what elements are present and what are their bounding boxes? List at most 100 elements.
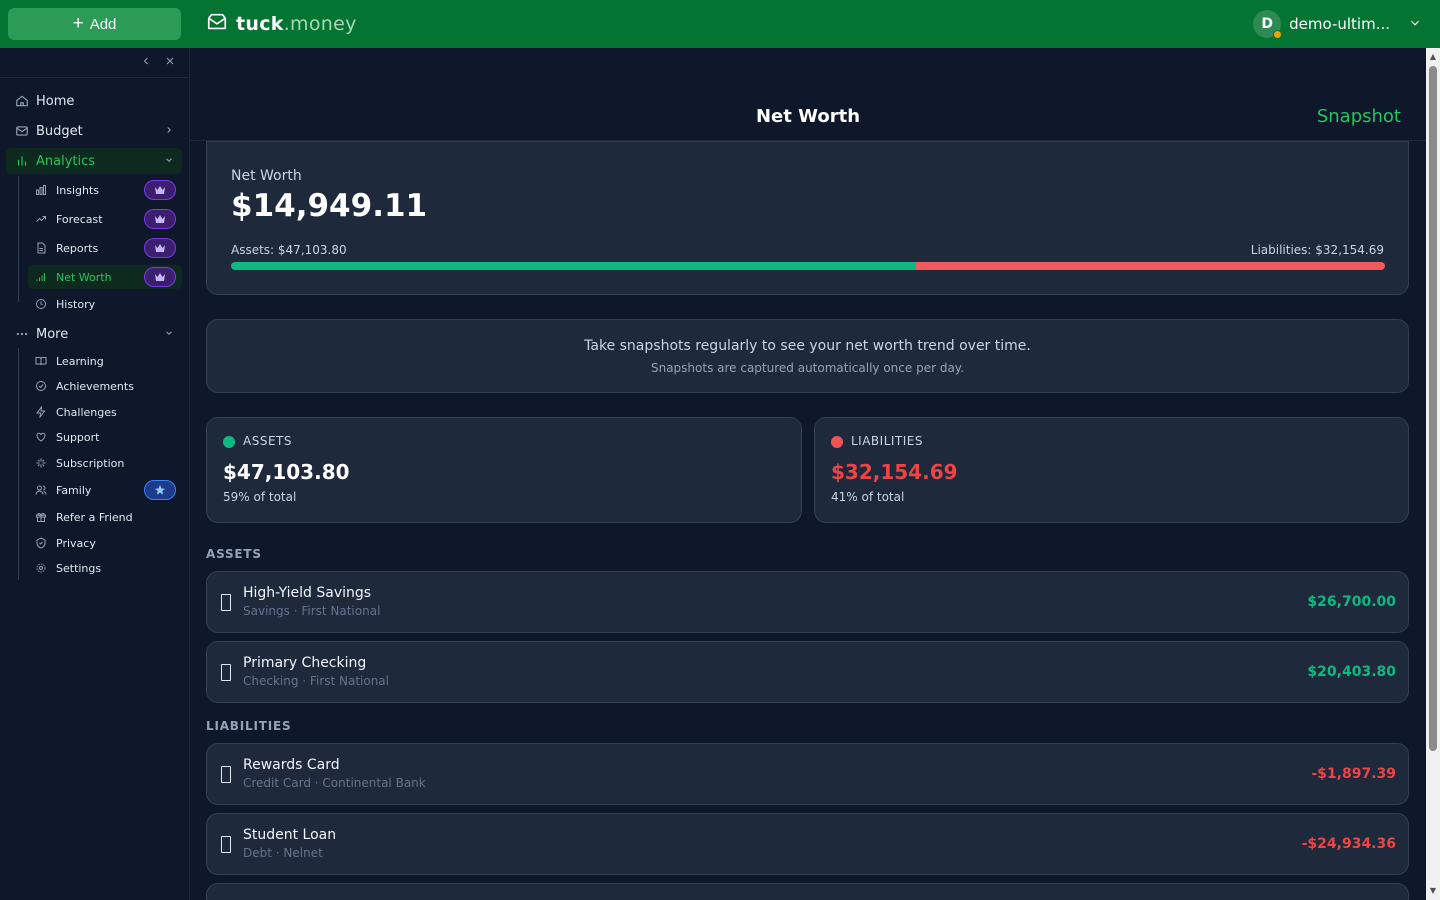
sidebar-item-privacy[interactable]: Privacy bbox=[28, 531, 182, 555]
status-dot bbox=[1273, 30, 1283, 39]
account-icon bbox=[221, 766, 231, 783]
sidebar-controls bbox=[0, 48, 189, 78]
sidebar-item-learning[interactable]: Learning bbox=[28, 349, 182, 373]
account-icon bbox=[221, 664, 231, 681]
account-balance: -$24,934.36 bbox=[1301, 836, 1396, 852]
account-row[interactable]: Primary Checking Checking · First Nation… bbox=[206, 641, 1409, 703]
assets-summary-value: $47,103.80 bbox=[223, 460, 350, 484]
assets-summary-title: ASSETS bbox=[243, 434, 292, 448]
sidebar-item-budget[interactable]: Budget bbox=[6, 118, 182, 144]
sidebar-item-history[interactable]: History bbox=[28, 292, 182, 316]
crown-icon bbox=[144, 180, 176, 200]
sidebar-item-achievements[interactable]: Achievements bbox=[28, 374, 182, 398]
chevron-down-icon bbox=[164, 328, 174, 341]
sidebar-item-insights[interactable]: Insights bbox=[28, 178, 182, 202]
scroll-down-icon[interactable]: ▼ bbox=[1426, 884, 1440, 898]
sidebar-item-settings[interactable]: Settings bbox=[28, 556, 182, 580]
trend-icon bbox=[34, 212, 48, 226]
shield-icon bbox=[34, 536, 48, 550]
sidebar-item-family[interactable]: Family bbox=[28, 478, 182, 502]
users-icon bbox=[34, 483, 48, 497]
sidebar-item-home[interactable]: Home bbox=[6, 88, 182, 114]
account-name: Student Loan bbox=[243, 827, 337, 843]
snapshot-tip-card: Take snapshots regularly to see your net… bbox=[206, 319, 1409, 393]
clock-icon bbox=[34, 297, 48, 311]
sidebar-item-support[interactable]: Support bbox=[28, 425, 182, 449]
scrollbar-thumb[interactable] bbox=[1429, 66, 1437, 751]
account-balance: -$1,897.39 bbox=[1311, 766, 1396, 782]
bar-chart-icon bbox=[14, 153, 30, 169]
sidebar-item-reports[interactable]: Reports bbox=[28, 236, 182, 260]
liabilities-summary-card: LIABILITIES $32,154.69 41% of total bbox=[814, 417, 1409, 523]
liabilities-summary-value: $32,154.69 bbox=[831, 460, 958, 484]
account-icon bbox=[221, 594, 231, 611]
inbox-icon bbox=[206, 11, 228, 37]
account-name: Rewards Card bbox=[243, 757, 340, 773]
assets-summary-pct: 59% of total bbox=[223, 490, 297, 504]
page-header: Net Worth Snapshot bbox=[190, 48, 1426, 141]
account-balance: $26,700.00 bbox=[1307, 594, 1396, 610]
heart-icon bbox=[34, 430, 48, 444]
account-row[interactable]: Student Loan Debt · Nelnet -$24,934.36 bbox=[206, 813, 1409, 875]
star-icon bbox=[144, 480, 176, 500]
home-icon bbox=[14, 93, 30, 109]
assets-section-heading: ASSETS bbox=[206, 547, 262, 561]
account-row[interactable]: High-Yield Savings Savings · First Natio… bbox=[206, 571, 1409, 633]
chevron-down-icon bbox=[1408, 15, 1422, 34]
main-content: Net Worth Snapshot Net Worth $14,949.11 … bbox=[190, 48, 1426, 900]
liabilities-dot bbox=[831, 436, 843, 448]
liabilities-total-label: Liabilities: $32,154.69 bbox=[1250, 243, 1384, 257]
signal-icon bbox=[34, 270, 48, 284]
net-worth-card: Net Worth $14,949.11 Assets: $47,103.80 … bbox=[206, 141, 1409, 295]
collapse-sidebar-icon[interactable] bbox=[139, 55, 153, 69]
close-icon[interactable] bbox=[163, 55, 177, 69]
page-title: Net Worth bbox=[755, 106, 861, 127]
sidebar-item-subscription[interactable]: Subscription bbox=[28, 451, 182, 475]
assets-liabilities-bar bbox=[231, 262, 1385, 270]
crown-icon bbox=[144, 238, 176, 258]
account-row[interactable]: Rewards Card Credit Card · Continental B… bbox=[206, 743, 1409, 805]
net-worth-label: Net Worth bbox=[231, 168, 302, 184]
sparkle-icon bbox=[34, 456, 48, 470]
gear-icon bbox=[34, 561, 48, 575]
more-icon bbox=[14, 326, 30, 342]
sidebar-item-forecast[interactable]: Forecast bbox=[28, 207, 182, 231]
user-menu[interactable]: D demo-ultim... bbox=[1253, 10, 1422, 39]
account-balance: $20,403.80 bbox=[1307, 664, 1396, 680]
scrollbar[interactable]: ▲ ▼ bbox=[1426, 48, 1440, 900]
account-type: Checking · First National bbox=[243, 674, 389, 688]
account-row[interactable] bbox=[206, 883, 1409, 900]
chevron-right-icon bbox=[164, 125, 174, 138]
gift-icon bbox=[34, 510, 48, 524]
check-circle-icon bbox=[34, 379, 48, 393]
sidebar-item-refer-a-friend[interactable]: Refer a Friend bbox=[28, 505, 182, 529]
tip-text: Take snapshots regularly to see your net… bbox=[584, 338, 1031, 354]
assets-summary-card: ASSETS $47,103.80 59% of total bbox=[206, 417, 802, 523]
plus-icon: + bbox=[72, 12, 84, 34]
add-button[interactable]: + Add bbox=[8, 8, 181, 40]
liabilities-bar-segment bbox=[916, 262, 1385, 270]
net-worth-value: $14,949.11 bbox=[231, 188, 428, 224]
analytics-submenu-line bbox=[18, 176, 19, 302]
tip-subtext: Snapshots are captured automatically onc… bbox=[650, 361, 965, 375]
chevron-down-icon bbox=[164, 155, 174, 168]
account-type: Savings · First National bbox=[243, 604, 381, 618]
sidebar-item-net-worth[interactable]: Net Worth bbox=[28, 265, 182, 289]
sidebar-item-more[interactable]: More bbox=[6, 321, 182, 347]
snapshot-button[interactable]: Snapshot bbox=[1317, 106, 1401, 127]
sidebar-item-challenges[interactable]: Challenges bbox=[28, 400, 182, 424]
insights-icon bbox=[34, 183, 48, 197]
avatar: D bbox=[1253, 10, 1283, 39]
brand-name: tuck.money bbox=[236, 13, 357, 35]
scroll-up-icon[interactable]: ▲ bbox=[1426, 50, 1440, 64]
brand-logo[interactable]: tuck.money bbox=[206, 11, 357, 37]
crown-icon bbox=[144, 209, 176, 229]
report-icon bbox=[34, 241, 48, 255]
assets-bar-segment bbox=[231, 262, 917, 270]
sidebar: Home Budget Analytics Insights Forecast … bbox=[0, 48, 190, 900]
user-name: demo-ultim... bbox=[1289, 15, 1390, 33]
account-type: Debt · Nelnet bbox=[243, 846, 323, 860]
liabilities-summary-pct: 41% of total bbox=[831, 490, 905, 504]
sidebar-item-analytics[interactable]: Analytics bbox=[6, 148, 182, 174]
account-name: Primary Checking bbox=[243, 655, 367, 671]
